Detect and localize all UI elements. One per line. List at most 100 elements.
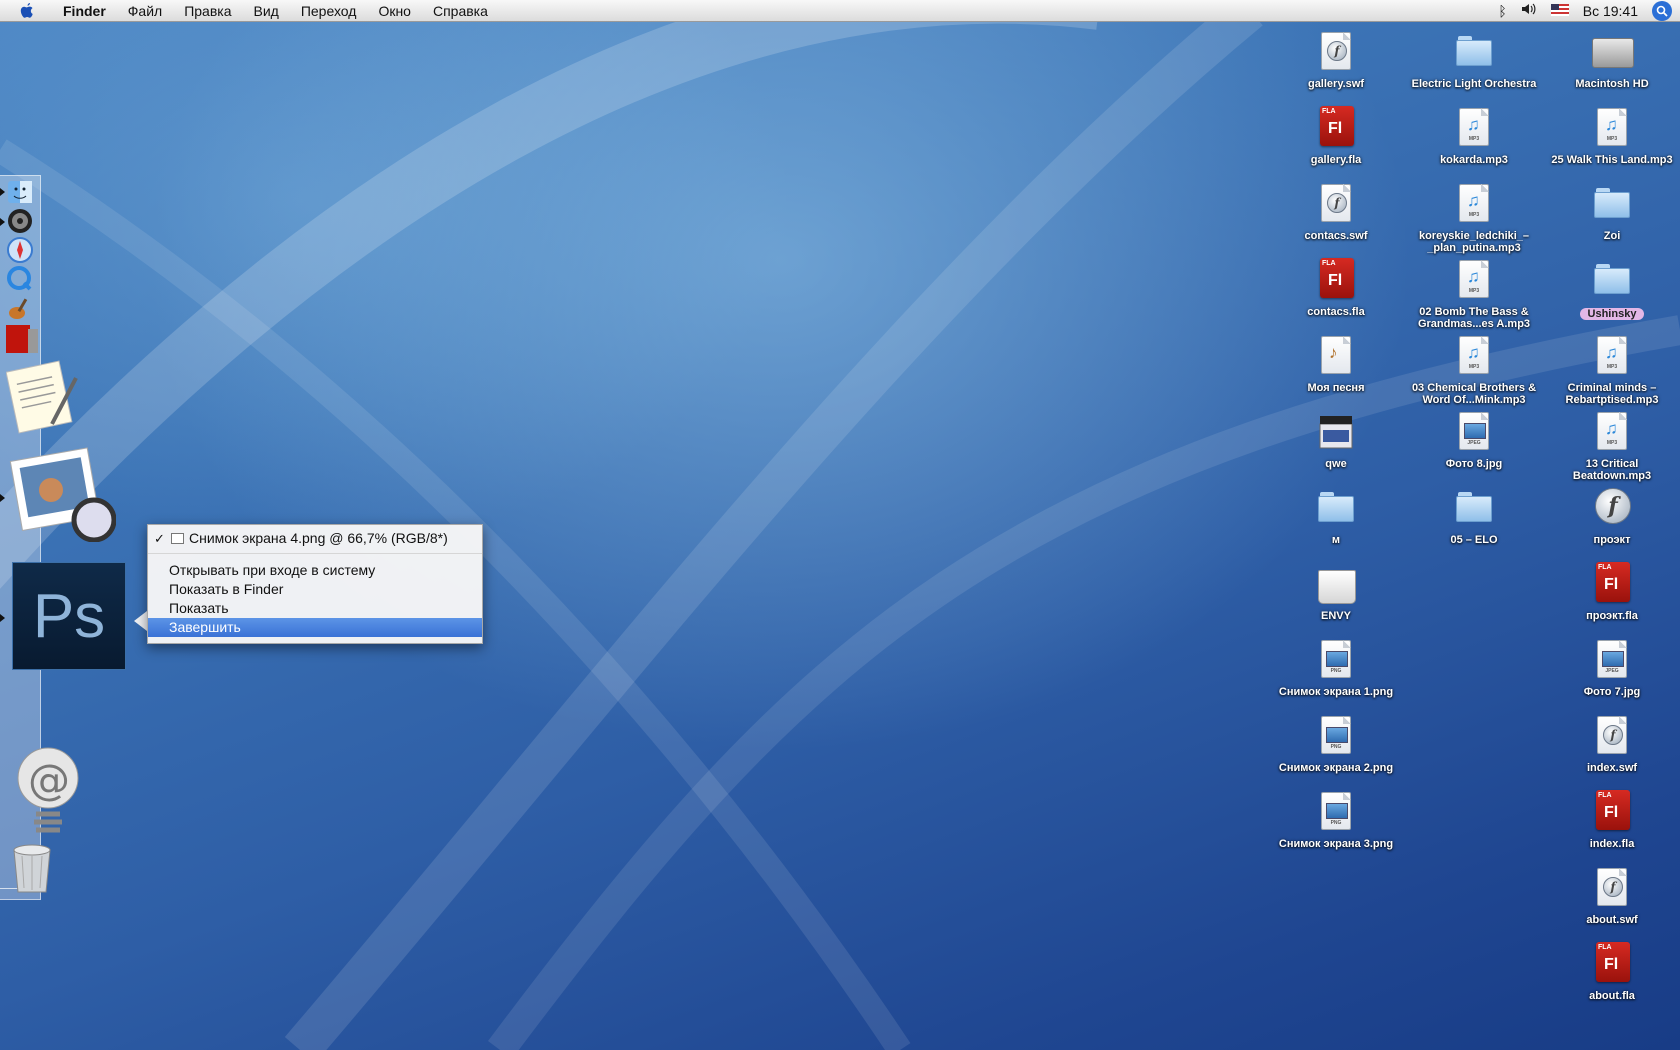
- disk-icon: [1318, 570, 1356, 604]
- menu-edit[interactable]: Правка: [173, 0, 242, 22]
- desktop-icon-ushinsky[interactable]: Ushinsky: [1547, 256, 1677, 322]
- desktop-icon-moya-pesnya[interactable]: ♪ Моя песня: [1271, 332, 1401, 394]
- flash-swf-icon: f: [1603, 877, 1623, 897]
- menu-go[interactable]: Переход: [290, 0, 368, 22]
- desktop-icon-about-swf[interactable]: f about.swf: [1547, 864, 1677, 926]
- apple-menu-icon[interactable]: [16, 0, 38, 22]
- desktop-icon-elo-folder[interactable]: Electric Light Orchestra: [1409, 28, 1539, 90]
- desktop-icon-qwe[interactable]: qwe: [1271, 408, 1401, 470]
- menu-item-show[interactable]: Показать: [148, 599, 482, 618]
- volume-icon[interactable]: [1521, 2, 1537, 19]
- flash-fla-icon: FLA Fl: [1596, 942, 1630, 982]
- flash-fla-icon: FLA Fl: [1596, 790, 1630, 830]
- svg-text:@: @: [28, 755, 70, 804]
- desktop-icon-chemical-brothers[interactable]: ♫ MP3 03 Chemical Brothers & Word Of...Mi…: [1409, 332, 1539, 406]
- image-thumb-icon: [1326, 727, 1348, 743]
- menu-finder[interactable]: Finder: [52, 0, 117, 22]
- music-note-icon: ♫: [1467, 115, 1480, 134]
- running-indicator: [0, 494, 5, 502]
- menu-view[interactable]: Вид: [243, 0, 290, 22]
- folder-icon: [1318, 492, 1354, 522]
- desktop-icon-screenshot-2[interactable]: PNG Снимок экрана 2.png: [1271, 712, 1401, 774]
- menu-item-window[interactable]: ✓ Снимок экрана 4.png @ 66,7% (RGB/8*): [148, 529, 482, 548]
- guitar-icon: ♪: [1329, 343, 1338, 362]
- desktop-icon-bomb-the-bass[interactable]: ♫ MP3 02 Bomb The Bass & Grandmas...es A.…: [1409, 256, 1539, 330]
- menu-help[interactable]: Справка: [422, 0, 499, 22]
- image-thumb-icon: [1602, 651, 1624, 667]
- desktop-icon-screenshot-1[interactable]: PNG Снимок экрана 1.png: [1271, 636, 1401, 698]
- desktop-icon-kokarda[interactable]: ♫ MP3 kokarda.mp3: [1409, 104, 1539, 166]
- desktop-icon-zoi[interactable]: Zoi: [1547, 180, 1677, 242]
- image-thumb-icon: [1464, 423, 1486, 439]
- finder-icon[interactable]: [6, 179, 34, 205]
- flash-swf-icon: f: [1327, 193, 1347, 213]
- music-note-icon: ♫: [1605, 419, 1618, 438]
- desktop-icon-proekt[interactable]: f проэкт: [1547, 484, 1677, 546]
- music-note-icon: ♫: [1467, 267, 1480, 286]
- desktop-icon-gallery-swf[interactable]: f gallery.swf: [1271, 28, 1401, 90]
- desktop-icon-foto-7[interactable]: JPEG Фото 7.jpg: [1547, 636, 1677, 698]
- dock-context-menu: ✓ Снимок экрана 4.png @ 66,7% (RGB/8*) О…: [147, 524, 483, 644]
- desktop-icon-critical-beatdown[interactable]: ♫ MP3 13 Critical Beatdown.mp3: [1547, 408, 1677, 482]
- desktop-icon-walk-this-land[interactable]: ♫ MP3 25 Walk This Land.mp3: [1547, 104, 1677, 166]
- desktop-icon-proekt-fla[interactable]: FLA Fl проэкт.fla: [1547, 560, 1677, 622]
- menu-clock[interactable]: Вс 19:41: [1583, 3, 1638, 19]
- desktop-icon-05-elo[interactable]: 05 – ELO: [1409, 484, 1539, 546]
- music-note-icon: ♫: [1605, 343, 1618, 362]
- hard-drive-icon: [1592, 38, 1634, 68]
- safari-icon[interactable]: [6, 237, 34, 263]
- music-note-icon: ♫: [1467, 191, 1480, 210]
- input-flag-icon[interactable]: [1550, 3, 1569, 19]
- desktop-icon-foto-8[interactable]: JPEG Фото 8.jpg: [1409, 408, 1539, 470]
- menu-item-show-in-finder[interactable]: Показать в Finder: [148, 580, 482, 599]
- folder-icon: [1594, 264, 1630, 294]
- desktop-icon-contacs-fla[interactable]: FLA Fl contacs.fla: [1271, 256, 1401, 318]
- textedit-icon[interactable]: [6, 358, 84, 436]
- window-icon: [171, 533, 184, 544]
- desktop-icon-envy[interactable]: ENVY: [1271, 560, 1401, 622]
- photoshop-icon[interactable]: Ps: [12, 562, 126, 670]
- mail-icon[interactable]: @: [14, 744, 86, 840]
- image-thumb-icon: [1326, 651, 1348, 667]
- photoshop-label: Ps: [32, 581, 106, 651]
- desktop-icon-macintosh-hd[interactable]: Macintosh HD: [1547, 28, 1677, 90]
- photo-booth-icon[interactable]: [4, 323, 40, 355]
- preview-icon[interactable]: [6, 442, 116, 542]
- menu-window[interactable]: Окно: [367, 0, 422, 22]
- checkmark-icon: ✓: [154, 531, 165, 546]
- clapperboard-icon: [1319, 416, 1353, 449]
- flash-swf-icon: f: [1603, 725, 1623, 745]
- flash-fla-icon: FLA Fl: [1320, 106, 1354, 146]
- folder-icon: [1456, 36, 1492, 66]
- running-indicator: [0, 614, 5, 622]
- quicktime-icon[interactable]: [6, 266, 34, 292]
- desktop-icon-contacs-swf[interactable]: f contacs.swf: [1271, 180, 1401, 242]
- desktop-icon-about-fla[interactable]: FLA Fl about.fla: [1547, 940, 1677, 1002]
- trash-icon[interactable]: [8, 842, 56, 894]
- running-indicator: [0, 188, 5, 196]
- flash-fla-icon: FLA Fl: [1596, 562, 1630, 602]
- running-indicator: [0, 218, 5, 226]
- menu-bar: Finder Файл Правка Вид Переход Окно Спра…: [0, 0, 1680, 22]
- desktop-icon-m[interactable]: м: [1271, 484, 1401, 546]
- menu-separator: [148, 553, 482, 554]
- desktop-icon-koreyskie[interactable]: ♫ MP3 koreyskie_ledchiki_–_plan_putina.mp…: [1409, 180, 1539, 254]
- menu-item-open-at-login[interactable]: Открывать при входе в систему: [148, 561, 482, 580]
- desktop-icon-gallery-fla[interactable]: FLA Fl gallery.fla: [1271, 104, 1401, 166]
- desktop-icon-index-fla[interactable]: FLA Fl index.fla: [1547, 788, 1677, 850]
- dvd-player-icon[interactable]: [6, 208, 34, 234]
- desktop-icon-criminal-minds[interactable]: ♫ MP3 Criminal minds – Rebartptised.mp3: [1547, 332, 1677, 406]
- folder-icon: [1456, 492, 1492, 522]
- desktop-icon-screenshot-3[interactable]: PNG Снимок экрана 3.png: [1271, 788, 1401, 850]
- desktop-icon-index-swf[interactable]: f index.swf: [1547, 712, 1677, 774]
- flash-fla-icon: FLA Fl: [1320, 258, 1354, 298]
- folder-icon: [1594, 188, 1630, 218]
- spotlight-icon[interactable]: [1652, 0, 1672, 21]
- menu-file[interactable]: Файл: [117, 0, 173, 22]
- bluetooth-icon[interactable]: ᛒ: [1498, 3, 1506, 19]
- music-note-icon: ♫: [1605, 115, 1618, 134]
- image-thumb-icon: [1326, 803, 1348, 819]
- flash-swf-icon: f: [1327, 41, 1347, 61]
- menu-item-quit[interactable]: Завершить: [148, 618, 482, 637]
- garageband-icon[interactable]: [6, 295, 34, 321]
